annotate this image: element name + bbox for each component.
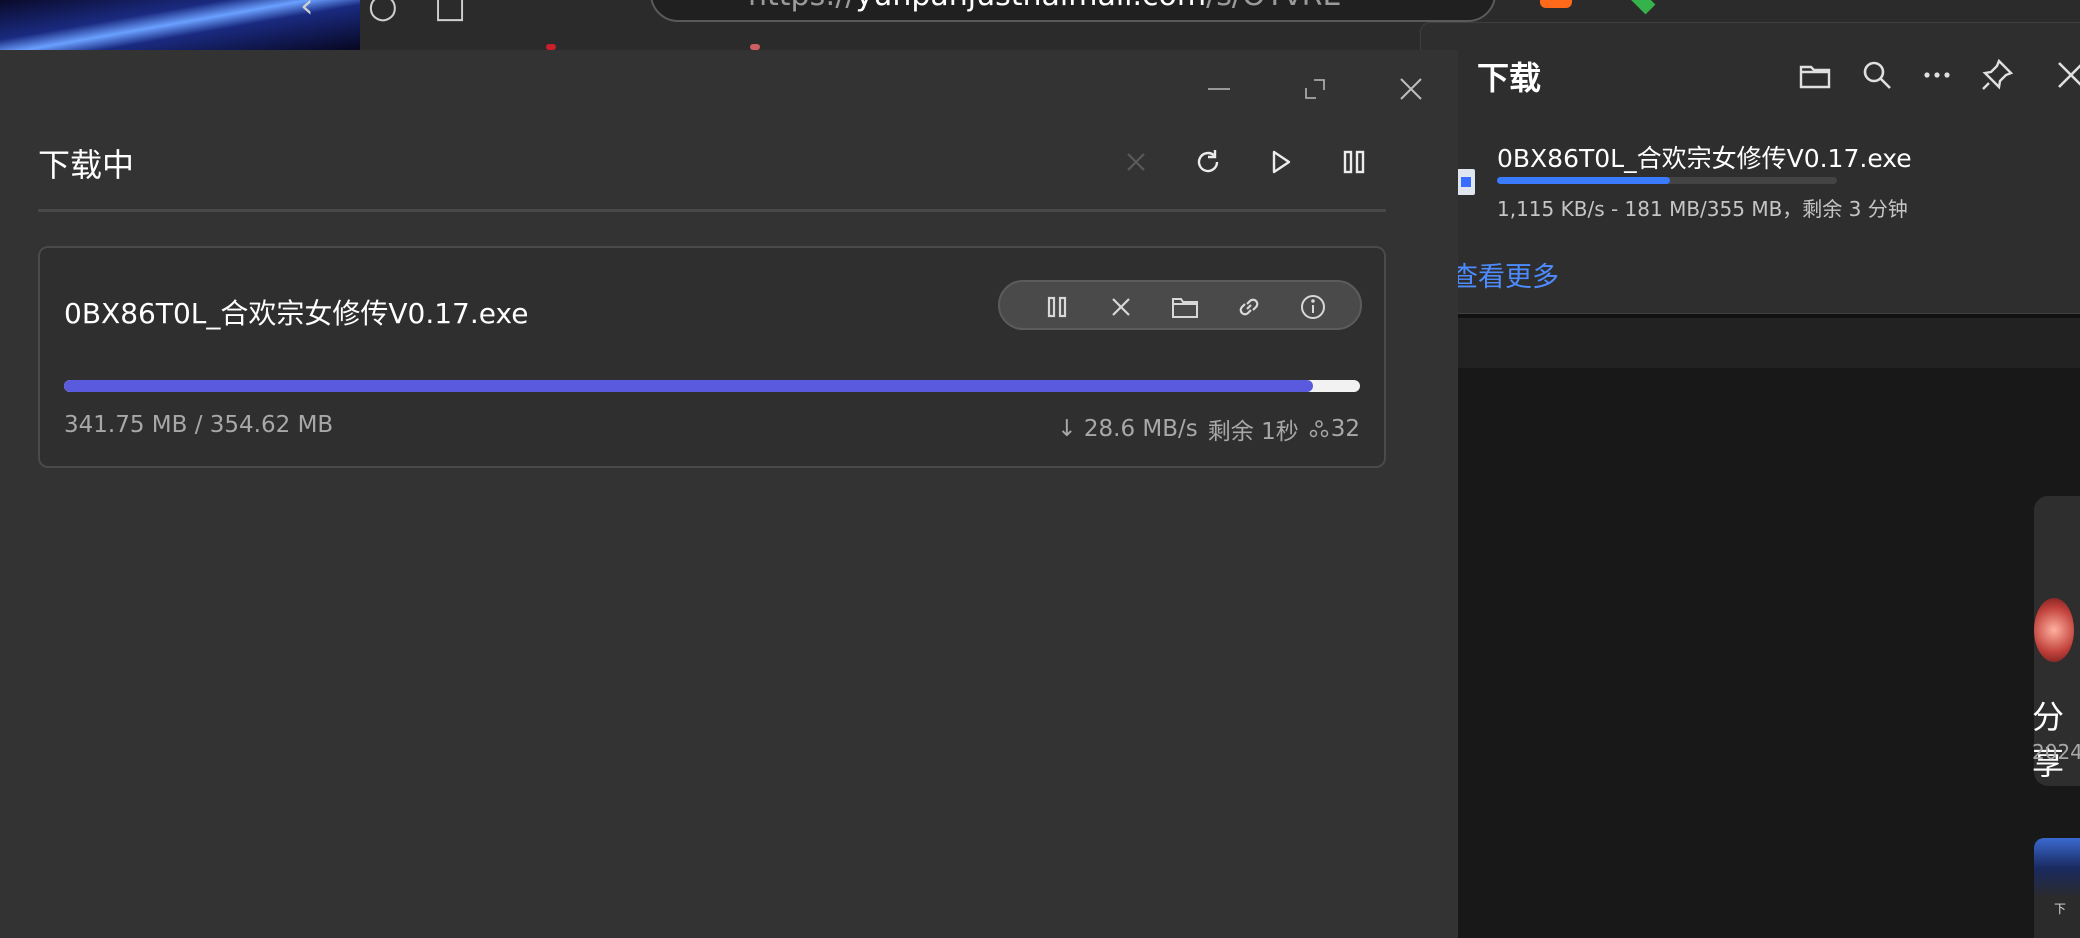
task-filename: 0BX86T0L_合欢宗女修传V0.17.exe <box>64 297 529 330</box>
url-host: yunpanjustnaimali.com <box>856 0 1207 13</box>
refresh-icon[interactable]: ○ <box>368 0 398 26</box>
download-progress-fill <box>1497 177 1671 184</box>
download-progress <box>1497 177 1837 184</box>
cancel-icon[interactable] <box>1102 288 1140 326</box>
link-icon[interactable] <box>1230 288 1268 326</box>
info-icon[interactable] <box>1294 288 1332 326</box>
maximize-button[interactable] <box>1290 64 1340 114</box>
folder-icon[interactable] <box>1166 288 1204 326</box>
close-button[interactable] <box>1386 64 1436 114</box>
page-band <box>1458 318 2080 368</box>
edge-downloads-panel: 下载 0BX86T0L_合欢宗女修传V0.17.exe 1,115 KB/s -… <box>1420 22 2080 314</box>
file-icon <box>1457 169 1475 195</box>
downloads-title: 下载 <box>1477 59 1542 97</box>
extension-icon[interactable] <box>1540 0 1572 8</box>
start-all-button[interactable] <box>1258 140 1302 184</box>
task-stats: ↓ 28.6 MB/s 剩余 1秒 32 <box>1057 412 1360 446</box>
time-remaining: 剩余 1秒 <box>1207 419 1299 445</box>
thumbnail-label: 下 <box>2054 902 2067 916</box>
connections: 32 <box>1309 416 1360 442</box>
page-title: 下载中 <box>38 146 135 184</box>
open-folder-icon[interactable] <box>1795 55 1835 95</box>
download-status: 1,115 KB/s - 181 MB/355 MB，剩余 3 分钟 <box>1497 197 1908 221</box>
share-card[interactable]: 分享 2024/1 <box>2032 496 2080 786</box>
tabs-icon[interactable]: □ <box>434 0 466 26</box>
connections-count: 32 <box>1330 416 1360 442</box>
see-more-link[interactable]: 查看更多 <box>1451 255 1559 294</box>
download-task-card[interactable]: 0BX86T0L_合欢宗女修传V0.17.exe 341.75 MB / 354… <box>38 246 1386 468</box>
share-date: 2024/1 <box>2032 740 2080 764</box>
download-manager-window: 下载中 0BX86T0L_合欢宗女修传V0.17.exe 341.75 MB /… <box>0 50 1458 938</box>
close-icon[interactable] <box>2051 55 2080 95</box>
address-bar[interactable]: https://yunpanjustnaimali.com/s/OTvRE <box>650 0 1496 22</box>
pin-icon[interactable] <box>1977 55 2017 95</box>
avatar <box>2034 598 2074 662</box>
more-options-icon[interactable] <box>1917 55 1957 95</box>
back-icon[interactable]: ‹ <box>300 0 314 26</box>
share-title: 分享 <box>2032 698 2065 782</box>
page-content <box>1458 368 2080 938</box>
url-path: /s/OTvRE <box>1206 0 1341 13</box>
download-speed: ↓ 28.6 MB/s <box>1057 416 1198 442</box>
url-prefix: https:// <box>748 0 856 13</box>
task-progress-fill <box>64 380 1314 392</box>
thumbnail[interactable]: 下 <box>2034 838 2080 938</box>
minimize-button[interactable] <box>1194 64 1244 114</box>
pause-all-button[interactable] <box>1332 140 1376 184</box>
download-filename[interactable]: 0BX86T0L_合欢宗女修传V0.17.exe <box>1497 139 1912 175</box>
delete-all-button[interactable] <box>1114 140 1158 184</box>
extension-icon[interactable] <box>1628 0 1656 15</box>
search-icon[interactable] <box>1857 55 1897 95</box>
task-progress-bar <box>64 380 1360 392</box>
task-action-bar <box>998 280 1362 330</box>
pause-icon[interactable] <box>1038 288 1076 326</box>
connections-icon <box>1309 420 1328 438</box>
task-size: 341.75 MB / 354.62 MB <box>64 412 334 438</box>
divider <box>38 209 1386 212</box>
retry-all-button[interactable] <box>1186 140 1230 184</box>
